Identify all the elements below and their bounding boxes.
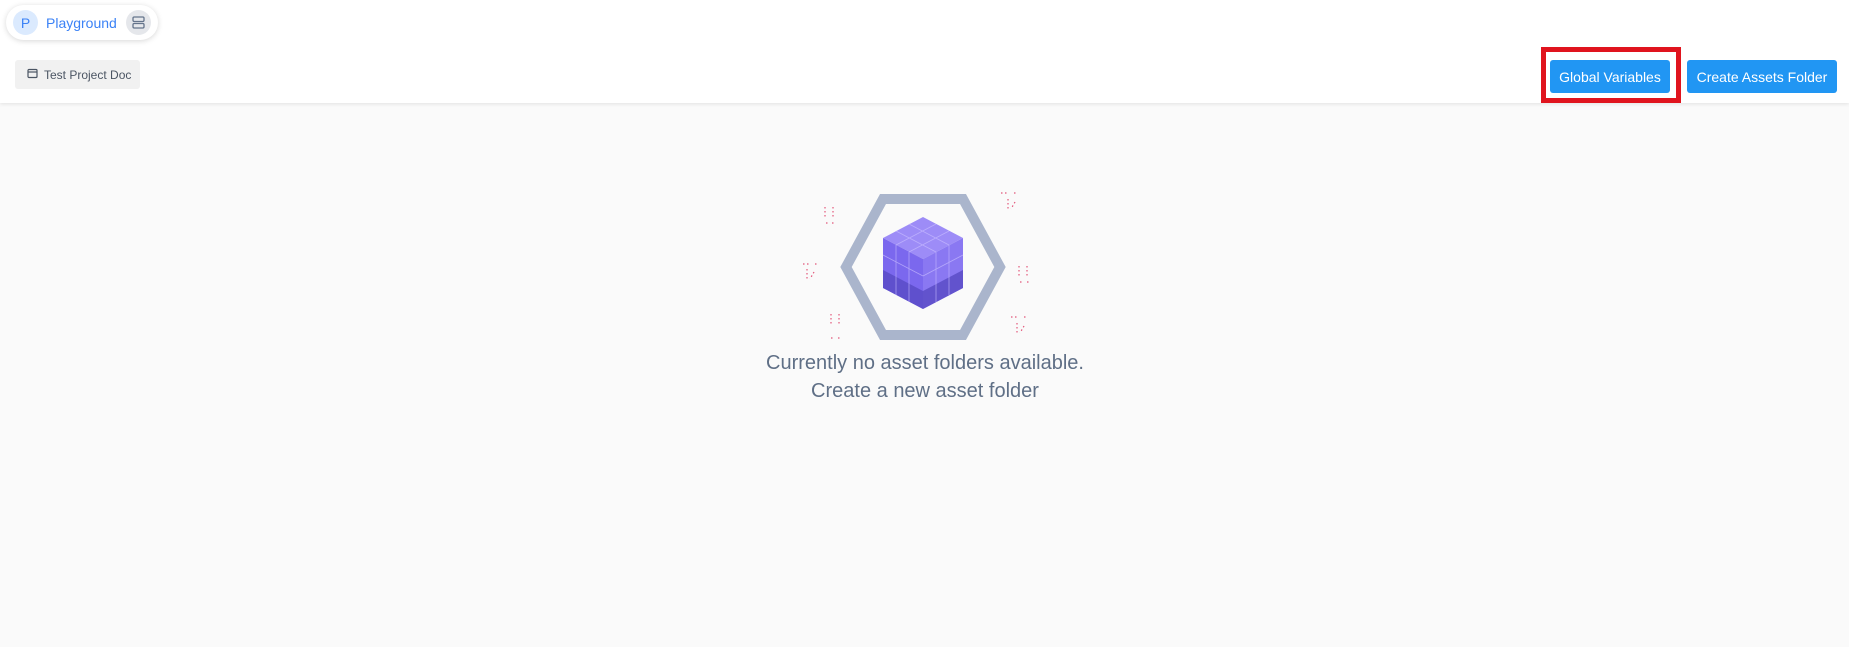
top-header: P Playground Test Project Doc Global Var… bbox=[0, 0, 1849, 103]
cube-hexagon-icon bbox=[783, 188, 1066, 346]
create-assets-folder-button[interactable]: Create Assets Folder bbox=[1687, 60, 1837, 93]
global-variables-button[interactable]: Global Variables bbox=[1550, 60, 1670, 93]
empty-state-message: Currently no asset folders available. Cr… bbox=[700, 349, 1150, 405]
project-doc-tab[interactable]: Test Project Doc bbox=[15, 60, 140, 89]
document-icon bbox=[27, 68, 38, 82]
server-stack-icon[interactable] bbox=[126, 10, 151, 35]
workspace-selector[interactable]: P Playground bbox=[6, 5, 158, 40]
workspace-avatar: P bbox=[13, 10, 38, 35]
empty-state-line2: Create a new asset folder bbox=[811, 380, 1039, 402]
workspace-name: Playground bbox=[46, 15, 117, 31]
empty-state-line1: Currently no asset folders available. bbox=[766, 352, 1084, 374]
project-doc-label: Test Project Doc bbox=[44, 67, 132, 82]
